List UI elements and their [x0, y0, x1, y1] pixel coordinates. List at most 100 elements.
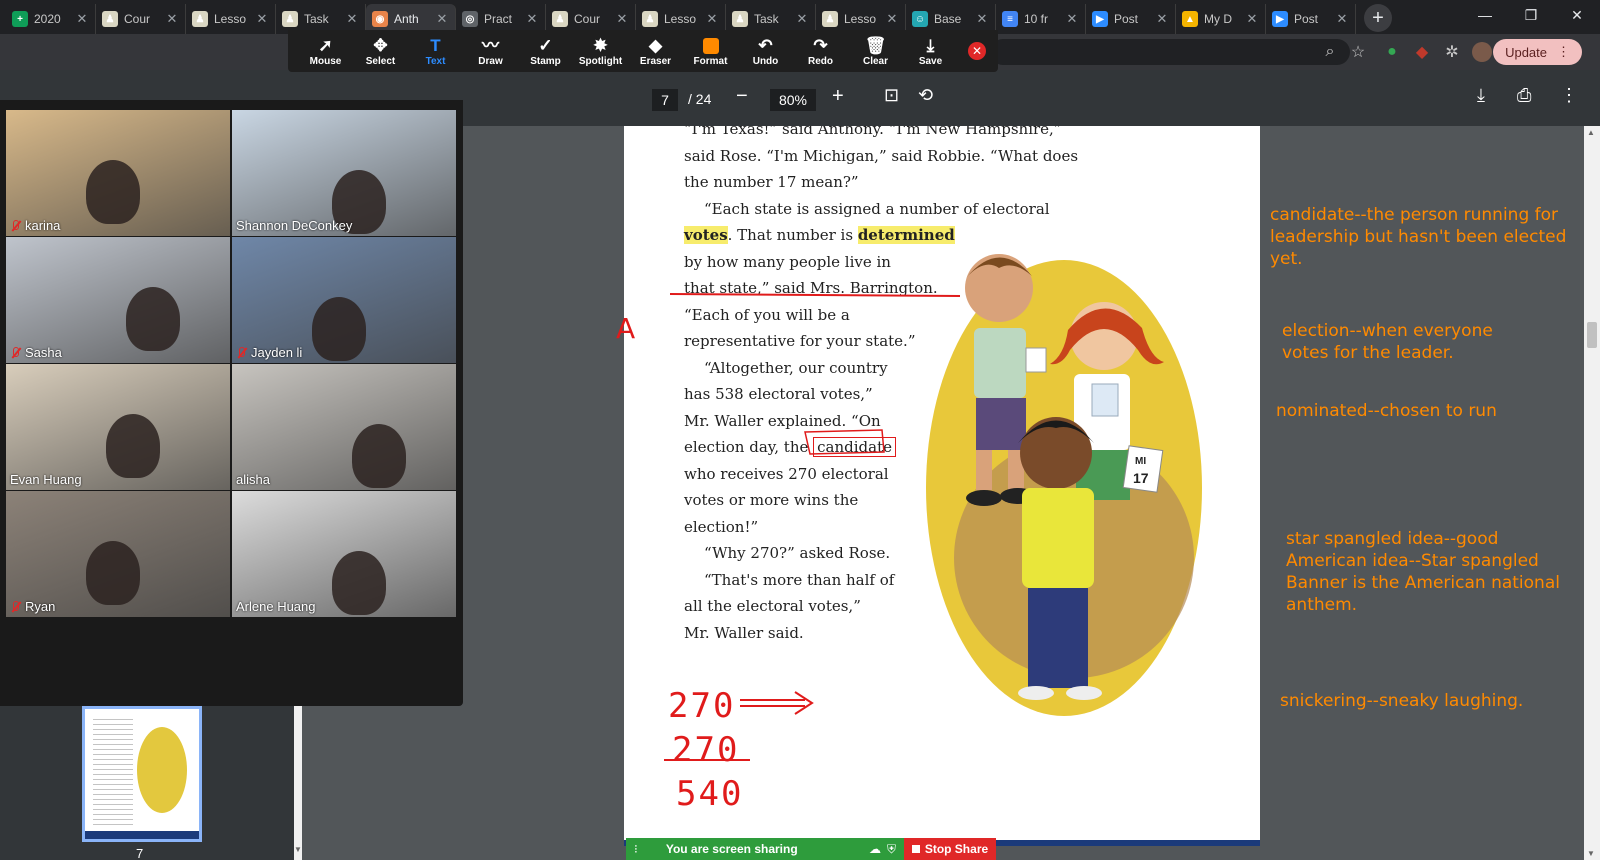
checkmark-icon: ✓ [538, 35, 553, 55]
tab-close-icon[interactable]: ✕ [75, 11, 89, 27]
tab-favicon-icon: ♟ [822, 11, 838, 27]
tool-select[interactable]: ✥ Select [353, 36, 408, 67]
tab-title: Task [304, 12, 329, 26]
tab-close-icon[interactable]: ✕ [615, 11, 629, 27]
tab-close-icon[interactable]: ✕ [975, 11, 989, 27]
fit-page-icon[interactable]: ⊡ [884, 85, 899, 106]
stop-share-button[interactable]: Stop Share [904, 838, 996, 860]
sharing-status-label: You are screen sharing [665, 842, 798, 856]
participant-tile[interactable]: Shannon DeConkey [232, 110, 456, 236]
tab-close-icon[interactable]: ✕ [165, 11, 179, 27]
participant-tile[interactable]: Jayden li [232, 237, 456, 363]
participant-tile[interactable]: Arlene Huang [232, 491, 456, 617]
more-vert-icon: ⋮ [1557, 44, 1570, 59]
tab-close-icon[interactable]: ✕ [435, 11, 449, 27]
url-input[interactable] [990, 39, 1350, 65]
new-tab-button[interactable]: + [1364, 4, 1392, 32]
browser-tab[interactable]: ≡ 10 fr ✕ [996, 4, 1086, 34]
tab-favicon-icon: ♟ [102, 11, 118, 27]
tab-close-icon[interactable]: ✕ [525, 11, 539, 27]
scroll-up-arrow-icon[interactable]: ▲ [1587, 128, 1595, 137]
zoom-out-icon[interactable]: − [736, 85, 748, 108]
tool-spotlight[interactable]: ✸ Spotlight [573, 36, 628, 67]
page-thumbnail[interactable] [82, 706, 202, 842]
shield-icon: ⛨ [886, 841, 896, 856]
tool-text[interactable]: T Text [408, 36, 463, 67]
tab-title: Post [1114, 12, 1139, 26]
profile-avatar[interactable] [1470, 40, 1494, 64]
browser-tab[interactable]: ♟ Cour ✕ [96, 4, 186, 34]
zoom-level-input[interactable]: 80% [770, 89, 816, 111]
drag-handle-icon[interactable]: ⁝ [634, 842, 638, 856]
tab-close-icon[interactable]: ✕ [255, 11, 269, 27]
more-options-icon[interactable]: ⋮ [1560, 85, 1578, 106]
tab-title: Cour [574, 12, 601, 26]
tab-close-icon[interactable]: ✕ [795, 11, 809, 27]
update-button[interactable]: Update ⋮ [1493, 39, 1582, 65]
tab-close-icon[interactable]: ✕ [1155, 11, 1169, 27]
tool-redo[interactable]: ↷ Redo [793, 36, 848, 67]
tab-favicon-icon: ◉ [372, 11, 388, 27]
close-window-icon[interactable]: ✕ [1554, 0, 1600, 30]
format-icon [702, 36, 719, 56]
annotation-toolbar: ➚ Mouse ✥ Select T Text 〰 Draw ✓ Stamp ✸ Spotlight ◆… [288, 30, 998, 72]
extension-icon[interactable]: ● [1380, 40, 1404, 64]
zoom-gallery-panel: karina Shannon DeConkey Sasha Jayden li Evan… [0, 100, 463, 706]
participant-tile[interactable]: alisha [232, 364, 456, 490]
tool-label: Select [365, 55, 396, 67]
participant-tile[interactable]: Ryan [6, 491, 230, 617]
tool-label: Clear [862, 55, 888, 67]
tool-clear[interactable]: 🗑 Clear [848, 36, 903, 67]
zoom-in-icon[interactable]: + [832, 85, 844, 108]
thumbnail-text-lines [93, 715, 133, 825]
sign-state-label: MI [1135, 456, 1146, 467]
browser-tab[interactable]: ▶ Post ✕ [1266, 4, 1356, 34]
tab-close-icon[interactable]: ✕ [345, 11, 359, 27]
tab-close-icon[interactable]: ✕ [1335, 11, 1349, 27]
muted-mic-icon [10, 600, 20, 613]
tab-close-icon[interactable]: ✕ [705, 11, 719, 27]
close-annotation-icon[interactable]: ✕ [968, 42, 986, 60]
minimize-icon[interactable]: — [1462, 0, 1508, 30]
scroll-down-arrow-icon[interactable]: ▼ [1587, 849, 1595, 858]
note-nominated: nominated--chosen to run [1276, 401, 1497, 421]
tab-close-icon[interactable]: ✕ [1245, 11, 1259, 27]
browser-tab[interactable]: ▶ Post ✕ [1086, 4, 1176, 34]
puzzle-extensions-icon[interactable]: ✲ [1440, 40, 1464, 64]
tool-save[interactable]: ⤓ Save [903, 36, 958, 67]
browser-tab[interactable]: +2020 ✕ [6, 4, 96, 34]
tab-close-icon[interactable]: ✕ [1065, 11, 1079, 27]
participant-tile[interactable]: Evan Huang [6, 364, 230, 490]
zoom-magnifier-icon[interactable]: ⌕ [1318, 40, 1342, 64]
print-icon[interactable]: ⎙ [1517, 85, 1531, 106]
download-icon[interactable]: ⤓ [1477, 85, 1485, 106]
tab-close-icon[interactable]: ✕ [885, 11, 899, 27]
tool-stamp[interactable]: ✓ Stamp [518, 36, 573, 67]
tab-favicon-icon: ▶ [1272, 11, 1288, 27]
page-scrollbar[interactable]: ▲ ▼ [1584, 126, 1600, 860]
bookmark-star-icon[interactable]: ☆ [1346, 40, 1370, 64]
scrollbar-thumb[interactable] [1587, 322, 1597, 348]
restore-icon[interactable]: ❐ [1508, 0, 1554, 30]
participant-tile[interactable]: karina [6, 110, 230, 236]
tool-label: Spotlight [578, 55, 623, 67]
page-number-input[interactable]: 7 [652, 89, 678, 111]
browser-tab[interactable]: ▲ My D ✕ [1176, 4, 1266, 34]
ublock-icon[interactable]: ◆ [1410, 40, 1434, 64]
browser-tab[interactable]: ♟ Lesso ✕ [186, 4, 276, 34]
participant-name: Ryan [25, 599, 56, 614]
update-label: Update [1505, 44, 1547, 60]
tool-mouse[interactable]: ➚ Mouse [298, 36, 353, 67]
rotate-icon[interactable]: ⟲ [918, 85, 933, 106]
scroll-down-arrow-icon[interactable]: ▼ [294, 845, 302, 854]
tool-undo[interactable]: ↶ Undo [738, 36, 793, 67]
eraser-icon: ◆ [648, 35, 663, 55]
sharing-status[interactable]: ⁝ You are screen sharing ☁ ⛨ [626, 838, 904, 860]
tool-draw[interactable]: 〰 Draw [463, 36, 518, 67]
participant-name-tag: alisha [236, 472, 270, 487]
tool-format[interactable]: Format [683, 36, 738, 67]
tab-title: Lesso [214, 12, 247, 26]
participant-tile[interactable]: Sasha [6, 237, 230, 363]
tool-eraser[interactable]: ◆ Eraser [628, 36, 683, 67]
sign-number-label: 17 [1133, 470, 1149, 486]
